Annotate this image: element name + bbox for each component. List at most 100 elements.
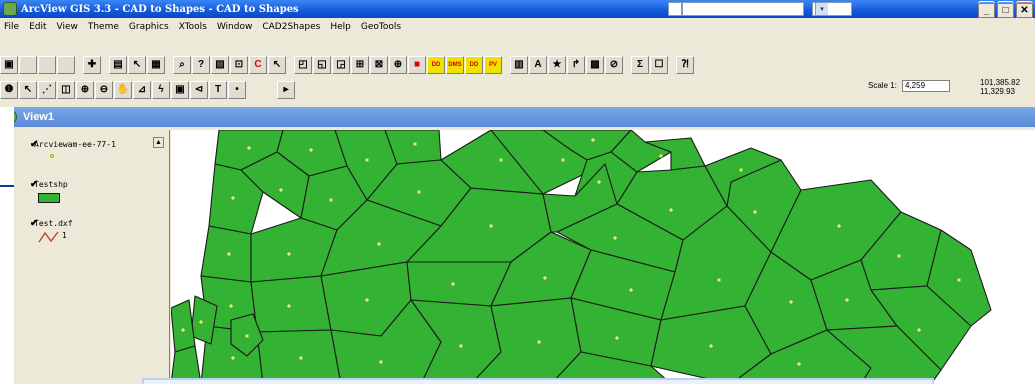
view-restore-button[interactable]: □ (997, 3, 1014, 18)
draw-point-tool[interactable]: • (228, 80, 246, 99)
locate-address-button[interactable]: ▧ (211, 55, 229, 74)
edit-legend-button[interactable]: ↖ (128, 55, 146, 74)
title-combo[interactable] (682, 2, 804, 16)
chart-button-3[interactable]: ◲ (332, 55, 350, 74)
dd-button[interactable]: DD (427, 55, 445, 74)
zoom-full-button[interactable]: ⊡ (230, 55, 248, 74)
view-close-button[interactable]: ✕ (1016, 3, 1033, 18)
menu-file[interactable]: File (4, 22, 19, 32)
centroid-point (229, 304, 233, 308)
view-minimize-button[interactable]: _ (978, 3, 995, 18)
theme-name-testdxf[interactable]: Test.dxf (34, 219, 73, 228)
centroid-point (917, 328, 921, 332)
point-symbol (50, 154, 54, 158)
menu-help[interactable]: Help (330, 22, 351, 32)
centroid-point (329, 198, 333, 202)
menu-graphics[interactable]: Graphics (129, 22, 169, 32)
dms-button[interactable]: DMS (446, 55, 464, 74)
vertex-tool[interactable]: ⋰ (38, 80, 56, 99)
parcel-polygon (256, 329, 342, 384)
menu-theme[interactable]: Theme (88, 22, 119, 32)
theme-name-arcviewam[interactable]: Arcviewam-ee-77-1 (34, 140, 116, 149)
zoom-out-tool[interactable]: ⊖ (95, 80, 113, 99)
title-combo-small[interactable] (668, 2, 682, 16)
find-button[interactable]: ⌕ (173, 55, 191, 74)
pointer-tool[interactable]: ↖ (19, 80, 37, 99)
menu-geotools[interactable]: GeoTools (361, 22, 401, 32)
save-project-button[interactable]: ▣ (0, 55, 18, 74)
measure-tool[interactable]: ⊿ (133, 80, 151, 99)
centroid-point (597, 180, 601, 184)
layout-button[interactable]: ▥ (510, 55, 528, 74)
centroid-point (561, 158, 565, 162)
text-a-button[interactable]: A (529, 55, 547, 74)
pv-button[interactable]: PV (484, 55, 502, 74)
coordinate-y-readout: 11,329.93 (980, 87, 1015, 96)
add-theme-button[interactable]: ✚ (83, 55, 101, 74)
parcel-polygon (200, 225, 252, 283)
select-feature-tool[interactable]: ◫ (57, 80, 75, 99)
select-arrow-button[interactable]: ↖ (268, 55, 286, 74)
summarize-button[interactable]: Σ (631, 55, 649, 74)
hotlink-tool[interactable]: ϟ (152, 80, 170, 99)
star-button[interactable]: ★ (548, 55, 566, 74)
centroid-point (591, 138, 595, 142)
dd2-button[interactable]: DD (465, 55, 483, 74)
zoom-in-tool[interactable]: ⊕ (76, 80, 94, 99)
map-display[interactable] (171, 130, 1035, 384)
parcel-polygon (171, 299, 196, 353)
area-of-interest-tool[interactable]: ▣ (171, 80, 189, 99)
identify-tool[interactable]: ❶ (0, 80, 18, 99)
title-combo-2[interactable]: ▾ (812, 2, 852, 16)
chart-button-2[interactable]: ◱ (313, 55, 331, 74)
blank-button-2[interactable] (38, 55, 56, 74)
scale-input[interactable]: 4,259 (902, 80, 950, 92)
open-table-button[interactable]: ▦ (147, 55, 165, 74)
centroid-point (287, 252, 291, 256)
arcview-app-icon (3, 2, 17, 16)
pan-tool[interactable]: ✋ (114, 80, 132, 99)
table-edit-button[interactable]: ▩ (586, 55, 604, 74)
menu-view[interactable]: View (57, 22, 78, 32)
calculate-button[interactable]: ⊘ (605, 55, 623, 74)
centroid-point (845, 298, 849, 302)
centroid-point (489, 224, 493, 228)
window-button[interactable]: ☐ (650, 55, 668, 74)
menu-window[interactable]: Window (217, 22, 253, 32)
blank-button-3[interactable] (57, 55, 75, 74)
centroid-point (377, 242, 381, 246)
theme-name-testshp[interactable]: Testshp (34, 180, 68, 189)
toc-scroll-up-button[interactable]: ▲ (153, 137, 164, 148)
centroid-point (199, 320, 203, 324)
centroid-point (789, 300, 793, 304)
parcel-polygon (250, 275, 332, 333)
pointer-button[interactable]: ↱ (567, 55, 585, 74)
cad-convert-button[interactable]: C (249, 55, 267, 74)
target-button[interactable]: ⊕ (389, 55, 407, 74)
layer-button[interactable]: ■ (408, 55, 426, 74)
help-pointer-button[interactable]: ⁈ (676, 55, 694, 74)
menu-cad2shapes[interactable]: CAD2Shapes (262, 22, 320, 32)
text-tool[interactable]: T (209, 80, 227, 99)
centroid-point (543, 276, 547, 280)
polygon-symbol (38, 193, 60, 203)
theme-properties-button[interactable]: ▤ (109, 55, 127, 74)
button-bar: ▣ ✚ ▤ ↖ ▦ ⌕ ? ▧ ⊡ C ↖ ◰ ◱ ◲ ⊞ ⊠ ⊕ ■ DD D… (0, 54, 1035, 75)
line-symbol-value: 1 (62, 231, 67, 240)
overlay-frame-edge (142, 378, 934, 384)
custom-tool[interactable]: ▸ (277, 80, 295, 99)
crosshair-button[interactable]: ⊠ (370, 55, 388, 74)
chart-button-1[interactable]: ◰ (294, 55, 312, 74)
map-canvas (171, 130, 992, 384)
menu-bar: File Edit View Theme Graphics XTools Win… (0, 19, 1035, 35)
menu-edit[interactable]: Edit (29, 22, 46, 32)
label-tool[interactable]: ⊲ (190, 80, 208, 99)
centroid-point (365, 298, 369, 302)
menu-xtools[interactable]: XTools (179, 22, 207, 32)
centroid-point (615, 336, 619, 340)
query-builder-button[interactable]: ? (192, 55, 210, 74)
grid-button[interactable]: ⊞ (351, 55, 369, 74)
line-symbol (38, 231, 59, 243)
blank-button-1[interactable] (19, 55, 37, 74)
centroid-point (413, 142, 417, 146)
